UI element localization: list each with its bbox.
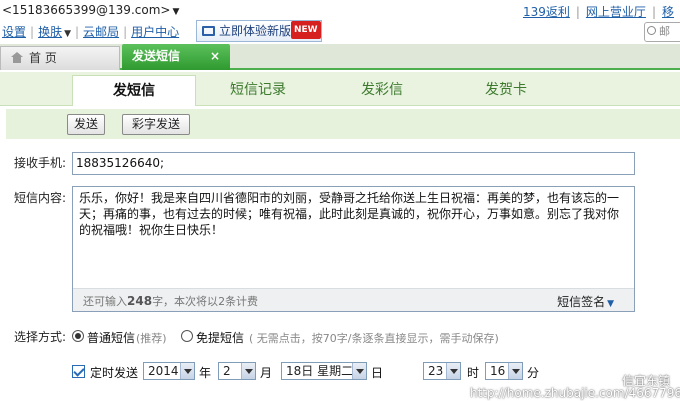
year-unit: 年 [199, 366, 212, 380]
day-value: 18日 星期二 [286, 364, 354, 378]
caret-down-icon: ▼ [64, 29, 71, 39]
hour-value: 23 [428, 364, 444, 378]
signature-label: 短信签名 [557, 295, 606, 309]
signature-dropdown[interactable]: 短信签名 ▼ [557, 293, 614, 310]
account-email: <15183665399@139.com> [2, 3, 171, 17]
tab-strip: 首 页 发送短信 × [0, 44, 680, 70]
send-button[interactable]: 发送 [67, 114, 105, 135]
subtab-send-sms[interactable]: 发短信 [72, 75, 196, 106]
tab-home-label: 首 页 [29, 51, 57, 65]
link-more[interactable]: 移 [662, 5, 674, 19]
normal-sms-label: 普通短信 [87, 331, 136, 345]
normal-sms-note: (推荐) [136, 332, 167, 345]
message-footer: 还可输入248字，本次将以2条计费 短信签名 ▼ [73, 288, 634, 311]
minute-select[interactable]: 16 [485, 362, 523, 380]
month-select[interactable]: 2 [218, 362, 256, 380]
year-select[interactable]: 2014 [143, 362, 195, 380]
char-counter-suffix: 条计费 [225, 295, 259, 308]
hour-select[interactable]: 23 [423, 362, 461, 380]
year-value: 2014 [148, 364, 179, 378]
free-sms-note: ( 无需点击，按70字/条逐条直接显示，需手动保存) [249, 332, 499, 345]
watermark-url: http://home.zhubajie.com/4667796/ [470, 386, 680, 400]
menu-user-center[interactable]: 用户中心 [131, 25, 179, 39]
recipient-input[interactable]: 18835126640; [72, 152, 635, 175]
chevron-down-icon [352, 363, 366, 379]
billing-count: 2 [218, 295, 226, 308]
schedule-label: 定时发送 [90, 366, 139, 380]
close-icon[interactable]: × [210, 44, 220, 68]
link-rebate[interactable]: 139返利 [523, 5, 570, 19]
link-online-hall[interactable]: 网上营业厅 [586, 5, 646, 19]
color-send-button[interactable]: 彩字发送 [122, 114, 190, 135]
message-text: 乐乐，你好！我是来自四川省德阳市的刘丽，受静哥之托给你送上生日祝福：再美的梦，也… [79, 191, 620, 237]
schedule-checkbox[interactable] [72, 365, 85, 378]
home-icon [11, 52, 23, 63]
action-bar: 发送 彩字发送 [6, 109, 680, 139]
minute-unit: 分 [527, 366, 540, 380]
divider: | [575, 5, 580, 19]
month-value: 2 [223, 364, 231, 378]
divider: | [651, 5, 656, 19]
divider: | [123, 25, 128, 39]
free-sms-label: 免提短信 [196, 331, 245, 345]
search-icon [647, 26, 656, 35]
caret-down-icon: ▼ [172, 7, 180, 17]
chevron-down-icon [446, 363, 460, 379]
divider: | [75, 25, 80, 39]
divider: | [30, 25, 35, 39]
top-bar: <15183665399@139.com> ▼ 139返利 | 网上营业厅 | 移 设置 |… [0, 0, 680, 44]
day-select[interactable]: 18日 星期二 [281, 362, 367, 380]
chevron-down-icon [241, 363, 255, 379]
char-counter-prefix: 还可输入 [83, 295, 127, 308]
monitor-icon [202, 26, 215, 36]
char-counter: 还可输入248字，本次将以2条计费 [83, 293, 258, 309]
radio-normal-sms[interactable] [72, 330, 84, 342]
subtab-send-card[interactable]: 发贺卡 [444, 75, 568, 106]
chevron-down-icon [180, 363, 194, 379]
new-badge: NEW [291, 21, 321, 39]
day-unit: 日 [371, 366, 384, 380]
hour-unit: 时 [467, 366, 480, 380]
tab-send-sms-label: 发送短信 [132, 49, 181, 63]
top-links: 139返利 | 网上营业厅 | 移 [517, 3, 680, 20]
try-new-version-label: 立即体验新版 [219, 24, 292, 38]
search-placeholder: 邮 [659, 25, 670, 38]
header-menu: 设置 | 换肤 ▼ | 云邮局 | 用户中心 [2, 23, 179, 40]
message-textarea[interactable]: 乐乐，你好！我是来自四川省德阳市的刘丽，受静哥之托给你送上生日祝福：再美的梦，也… [72, 186, 635, 312]
month-unit: 月 [260, 366, 273, 380]
radio-free-sms[interactable] [181, 330, 193, 342]
menu-settings[interactable]: 设置 [2, 25, 26, 39]
chevron-down-icon [508, 363, 522, 379]
subtab-send-mms[interactable]: 发彩信 [320, 75, 444, 106]
search-input[interactable]: 邮 [644, 22, 680, 42]
subtab-sms-records[interactable]: 短信记录 [196, 75, 320, 106]
content-label: 短信内容: [14, 191, 67, 205]
caret-down-icon: ▼ [607, 299, 614, 309]
tab-send-sms[interactable]: 发送短信 × [122, 44, 230, 70]
char-counter-mid: 字，本次将以 [152, 295, 219, 308]
sub-navigation: 发短信 短信记录 发彩信 发贺卡 [0, 72, 680, 106]
remaining-chars: 248 [127, 294, 153, 308]
recipient-label: 接收手机: [14, 156, 67, 170]
tab-home[interactable]: 首 页 [0, 46, 120, 70]
account-menu[interactable]: <15183665399@139.com> ▼ [2, 3, 179, 17]
menu-cloud-post[interactable]: 云邮局 [83, 25, 119, 39]
minute-value: 16 [490, 364, 506, 378]
menu-skin[interactable]: 换肤 [38, 25, 62, 39]
mode-label: 选择方式: [14, 330, 67, 344]
